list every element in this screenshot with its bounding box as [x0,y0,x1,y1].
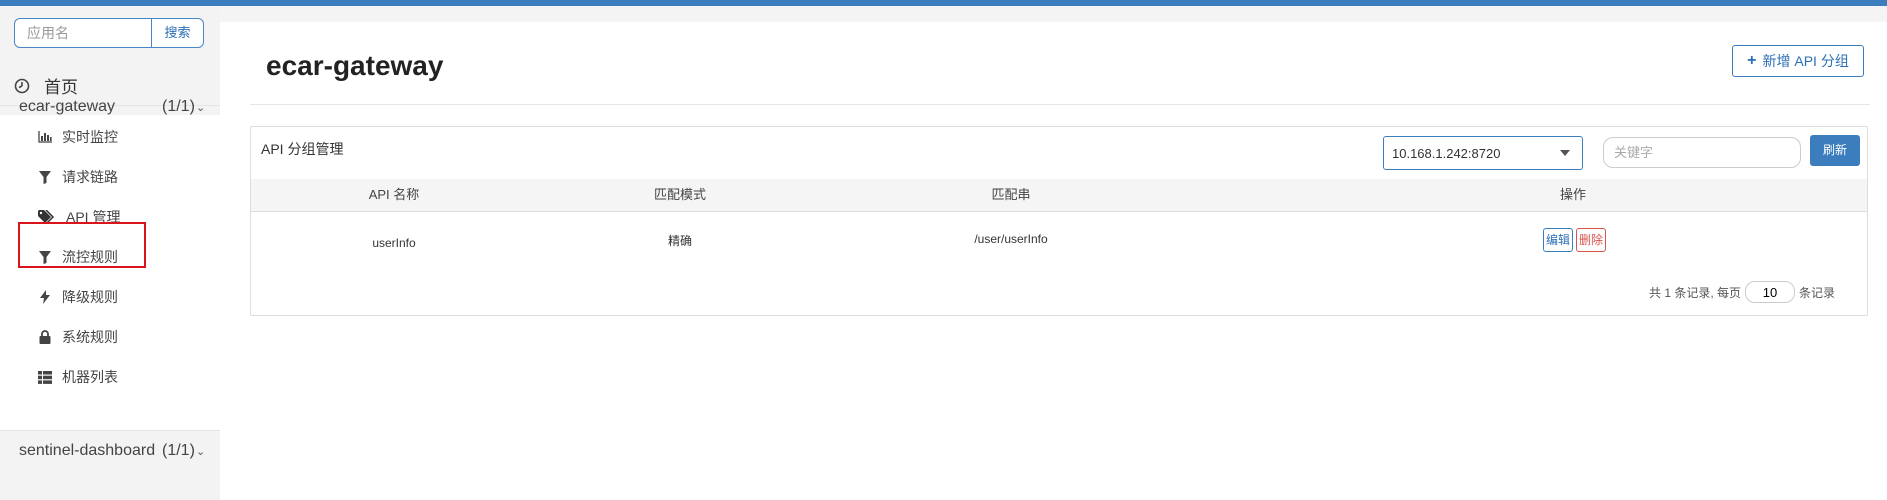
refresh-button[interactable]: 刷新 [1810,135,1860,166]
pagination-prefix: 共 1 条记录, 每页 [1649,285,1742,300]
pagination-suffix: 条记录 [1799,285,1836,300]
group-name: ecar-gateway [19,98,116,115]
sidebar-item-degrade-rules[interactable]: 降级规则 [0,277,220,317]
page-title: ecar-gateway [266,50,444,81]
bar-chart-icon [38,130,52,144]
main-content: ecar-gateway + 新增 API 分组 API 分组管理 10.168… [220,22,1887,500]
sidebar-item-system-rules[interactable]: 系统规则 [0,317,220,357]
sidebar-item-request-chain[interactable]: 请求链路 [0,157,220,197]
caret-down-icon [1560,150,1570,156]
column-header-actions: 操作 [1559,187,1586,202]
plus-icon: + [1747,52,1757,69]
table-header: API 名称 匹配模式 匹配串 操作 [251,179,1867,212]
search-button[interactable]: 搜索 [151,18,204,48]
highlight-annotation-box [18,222,146,268]
top-accent-bar [0,0,1887,6]
list-icon [38,370,52,384]
sidebar-item-label: 请求链路 [62,169,118,185]
add-button-label: 新增 API 分组 [1762,53,1849,69]
sidebar-item-label: 系统规则 [62,329,118,345]
sidebar-item-machine-list[interactable]: 机器列表 [0,357,220,397]
cell-match-string: /user/userInfo [974,232,1048,246]
sidebar-item-label: 实时监控 [62,129,118,145]
group-count: (1/1) [162,98,195,115]
page-size-input[interactable] [1745,281,1796,303]
edit-button[interactable]: 编辑 [1543,228,1573,252]
pagination: 共 1 条记录, 每页 条记录 [1649,281,1835,303]
delete-button[interactable]: 删除 [1576,228,1606,252]
app-search: 搜索 [14,18,204,50]
group-submenu: 实时监控 请求链路 API 管理 流控规则 降级规则 系统规则 机器列表 [0,115,220,430]
group-name: sentinel-dashboard [19,442,156,459]
sidebar-item-label: 降级规则 [62,289,118,305]
sidebar-item-label: 机器列表 [62,369,118,385]
column-header-api-name: API 名称 [368,187,420,202]
machine-select[interactable]: 10.168.1.242:8720 [1383,136,1583,170]
chevron-down-icon: ⌄ [196,101,206,114]
sidebar-item-realtime-monitor[interactable]: 实时监控 [0,117,220,157]
filter-icon [38,170,52,184]
group-count: (1/1) [162,442,195,459]
column-header-match-string: 匹配串 [991,187,1031,202]
panel-title: API 分组管理 [261,141,344,157]
machine-select-value: 10.168.1.242:8720 [1392,145,1501,161]
title-divider [250,104,1870,105]
column-header-match-mode: 匹配模式 [653,187,706,202]
flash-icon [38,290,52,304]
lock-icon [38,330,52,344]
cell-match-mode: 精确 [667,234,692,248]
app-search-input[interactable] [14,18,152,48]
chevron-down-icon: ⌄ [196,445,206,458]
cell-api-name: userInfo [372,236,416,250]
add-api-group-button[interactable]: + 新增 API 分组 [1732,45,1864,77]
sidebar-group-sentinel-dashboard[interactable]: sentinel-dashboard (1/1) ⌄ [0,431,220,471]
keyword-search-input[interactable] [1603,137,1801,168]
api-group-panel: API 分组管理 10.168.1.242:8720 刷新 API 名称 匹配模… [250,126,1868,316]
